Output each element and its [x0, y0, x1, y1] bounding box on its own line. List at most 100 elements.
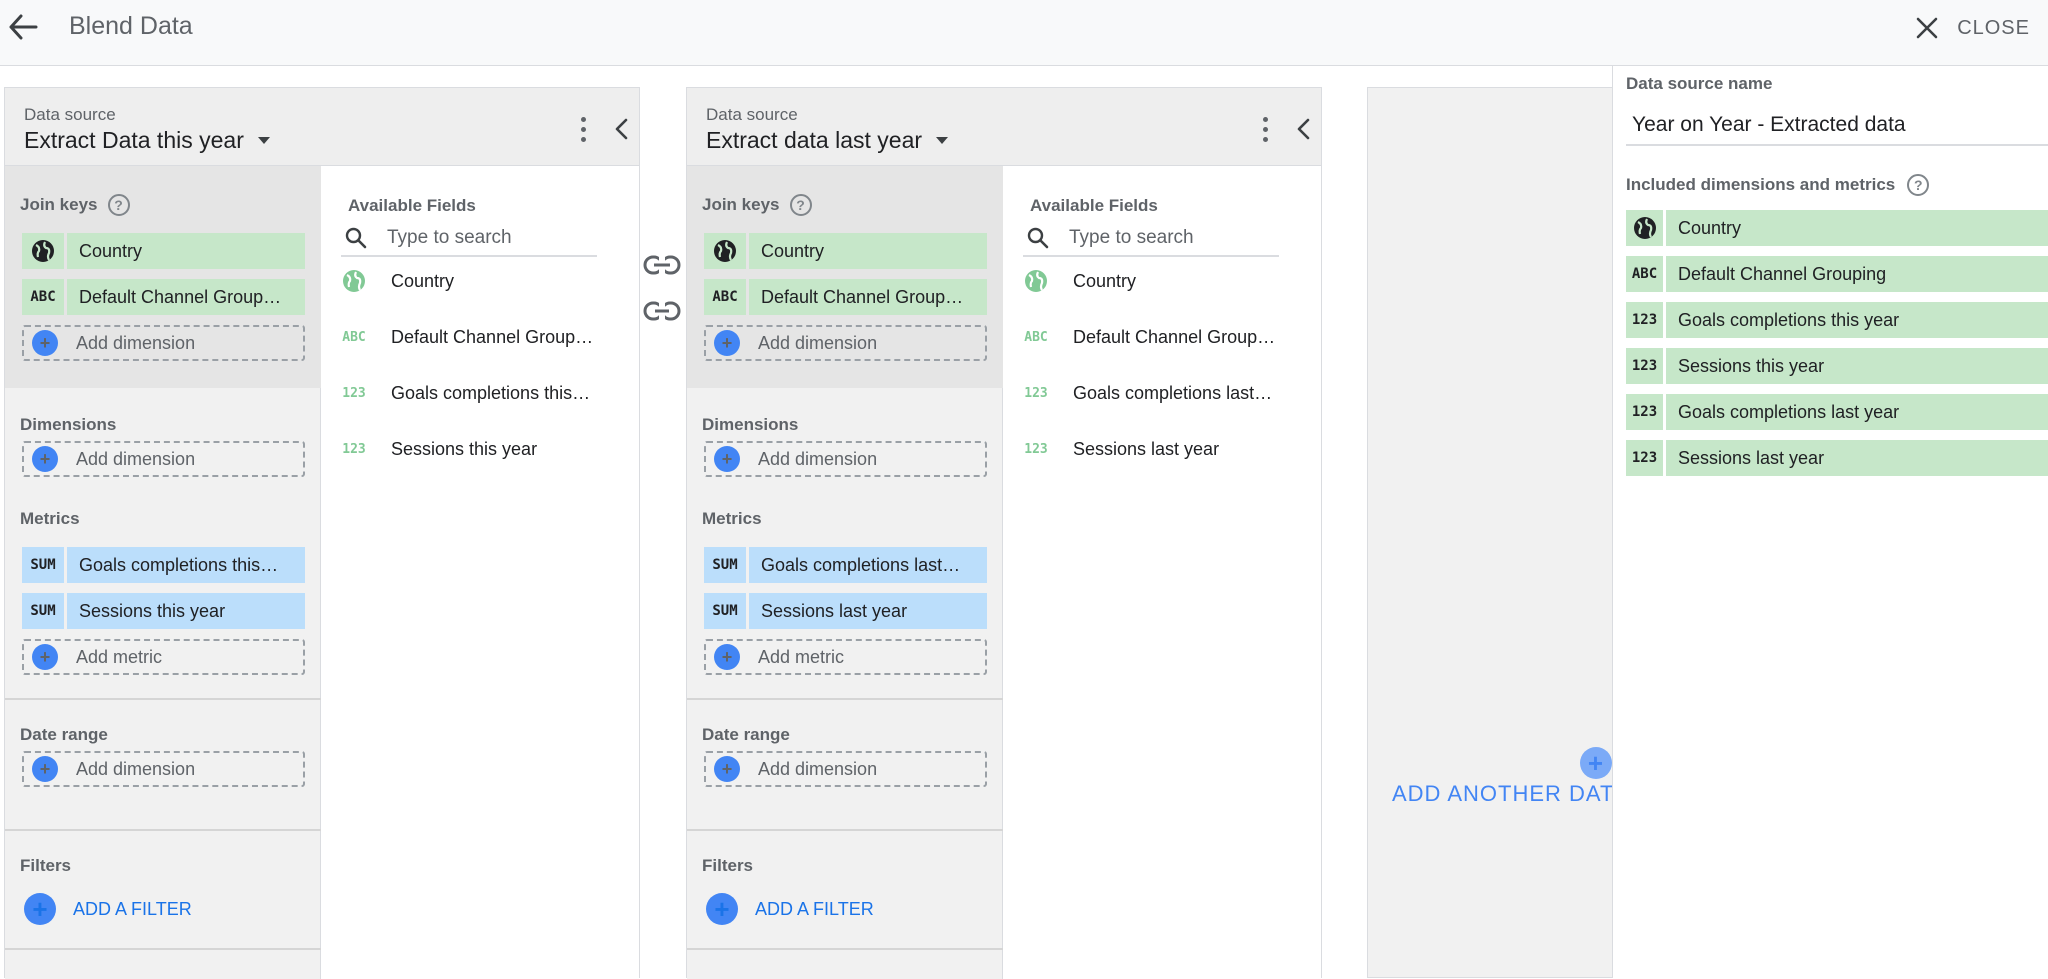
- number-icon: 123: [342, 385, 366, 401]
- panel-header: Data source Extract Data this year: [5, 88, 639, 166]
- sum-icon: SUM: [704, 547, 746, 583]
- abc-icon: ABC: [1024, 329, 1048, 345]
- add-dimension-button[interactable]: + Add dimension: [22, 441, 305, 477]
- divider: [687, 948, 1003, 950]
- globe-icon: [1021, 269, 1051, 293]
- field-item[interactable]: Country: [339, 261, 629, 301]
- help-icon[interactable]: ?: [1907, 174, 1930, 196]
- close-label: CLOSE: [1957, 16, 2030, 39]
- more-options-icon[interactable]: [573, 112, 593, 146]
- join-key-chip[interactable]: Country: [704, 233, 987, 269]
- field-item[interactable]: 123 Sessions last year: [1021, 429, 1311, 469]
- metric-chip[interactable]: SUM Goals completions last…: [704, 547, 987, 583]
- filters-title: Filters: [20, 856, 72, 875]
- back-arrow-icon[interactable]: [6, 9, 40, 45]
- blend-summary-panel: Data source name Included dimensions and…: [1612, 66, 2048, 978]
- dropdown-caret-icon: [257, 137, 270, 144]
- more-options-icon[interactable]: [1255, 112, 1275, 146]
- included-field-chip[interactable]: 123 Goals completions this year: [1626, 302, 2048, 338]
- data-source-name: Extract Data this year: [24, 127, 244, 153]
- filters-title: Filters: [702, 856, 754, 875]
- collapse-chevron-icon[interactable]: [1289, 112, 1317, 146]
- available-fields-title: Available Fields: [348, 196, 476, 215]
- globe-icon: [339, 269, 369, 293]
- dimensions-title: Dimensions: [702, 415, 799, 434]
- data-source-dropdown[interactable]: Extract Data this year: [24, 127, 270, 154]
- join-key-chip[interactable]: Country: [22, 233, 305, 269]
- add-filter-button[interactable]: + ADD A FILTER: [24, 893, 192, 925]
- collapse-chevron-icon[interactable]: [607, 112, 635, 146]
- abc-icon: ABC: [1626, 256, 1666, 292]
- add-filter-button[interactable]: + ADD A FILTER: [706, 893, 874, 925]
- available-fields: Available Fields Country ABC Default Cha…: [321, 166, 639, 979]
- sum-icon: SUM: [22, 547, 64, 583]
- add-another-data-button[interactable]: + ADD ANOTHER DATA: [1392, 745, 1616, 807]
- plus-icon: +: [714, 446, 740, 472]
- data-source-dropdown[interactable]: Extract data last year: [706, 127, 949, 154]
- field-item[interactable]: ABC Default Channel Group…: [339, 317, 629, 357]
- divider: [5, 698, 321, 700]
- plus-icon: +: [714, 330, 740, 356]
- abc-icon: ABC: [704, 279, 746, 315]
- included-field-chip[interactable]: 123 Goals completions last year: [1626, 394, 2048, 430]
- number-icon: 123: [1626, 348, 1666, 384]
- divider: [5, 829, 321, 831]
- field-item[interactable]: 123 Goals completions this…: [339, 373, 629, 413]
- included-field-chip[interactable]: Country: [1626, 210, 2048, 246]
- divider: [687, 829, 1003, 831]
- add-date-range-button[interactable]: + Add dimension: [22, 751, 305, 787]
- dropdown-caret-icon: [936, 137, 949, 144]
- date-range-title: Date range: [20, 725, 108, 744]
- metric-chip[interactable]: SUM Goals completions this…: [22, 547, 305, 583]
- add-date-range-button[interactable]: + Add dimension: [704, 751, 987, 787]
- data-source-name: Extract data last year: [706, 127, 923, 153]
- globe-icon: [704, 233, 746, 269]
- data-source-panel: Data source Extract data last year Join …: [686, 87, 1322, 979]
- metric-chip[interactable]: SUM Sessions this year: [22, 593, 305, 629]
- search-icon: [345, 227, 367, 249]
- metric-chip[interactable]: SUM Sessions last year: [704, 593, 987, 629]
- join-keys-title: Join keys ?: [702, 194, 812, 216]
- included-field-chip[interactable]: ABC Default Channel Grouping: [1626, 256, 2048, 292]
- close-button[interactable]: CLOSE: [1915, 10, 2030, 46]
- add-metric-button[interactable]: + Add metric: [22, 639, 305, 675]
- panel-header: Data source Extract data last year: [687, 88, 1321, 166]
- search-input[interactable]: [387, 227, 587, 249]
- help-icon[interactable]: ?: [107, 194, 130, 216]
- field-item[interactable]: Country: [1021, 261, 1311, 301]
- field-item[interactable]: 123 Sessions this year: [339, 429, 629, 469]
- data-source-label: Data source: [706, 105, 798, 124]
- sum-icon: SUM: [704, 593, 746, 629]
- add-join-key-button[interactable]: + Add dimension: [22, 325, 305, 361]
- plus-icon: +: [32, 330, 58, 356]
- available-fields-title: Available Fields: [1030, 196, 1158, 215]
- field-search: [341, 221, 597, 257]
- help-icon[interactable]: ?: [789, 194, 812, 216]
- join-key-chip[interactable]: ABC Default Channel Group…: [704, 279, 987, 315]
- number-icon: 123: [1626, 302, 1666, 338]
- field-item[interactable]: ABC Default Channel Group…: [1021, 317, 1311, 357]
- close-icon: [1916, 17, 1938, 39]
- search-input[interactable]: [1069, 227, 1269, 249]
- included-field-chip[interactable]: 123 Sessions last year: [1626, 440, 2048, 476]
- date-range-title: Date range: [702, 725, 790, 744]
- add-dimension-button[interactable]: + Add dimension: [704, 441, 987, 477]
- add-join-key-button[interactable]: + Add dimension: [704, 325, 987, 361]
- plus-icon: +: [32, 756, 58, 782]
- link-icon[interactable]: [643, 251, 681, 279]
- plus-icon: +: [32, 446, 58, 472]
- field-item[interactable]: 123 Goals completions last…: [1021, 373, 1311, 413]
- plus-icon: +: [714, 756, 740, 782]
- add-metric-button[interactable]: + Add metric: [704, 639, 987, 675]
- link-icon[interactable]: [643, 297, 681, 325]
- join-key-chip[interactable]: ABC Default Channel Group…: [22, 279, 305, 315]
- globe-icon: [22, 233, 64, 269]
- data-source-label: Data source: [24, 105, 116, 124]
- plus-icon: +: [24, 893, 56, 925]
- included-field-chip[interactable]: 123 Sessions this year: [1626, 348, 2048, 384]
- plus-icon: +: [706, 893, 738, 925]
- plus-icon: +: [32, 644, 58, 670]
- data-source-name-input[interactable]: [1626, 106, 2048, 146]
- data-source-name-label: Data source name: [1626, 74, 1773, 93]
- divider: [5, 948, 321, 950]
